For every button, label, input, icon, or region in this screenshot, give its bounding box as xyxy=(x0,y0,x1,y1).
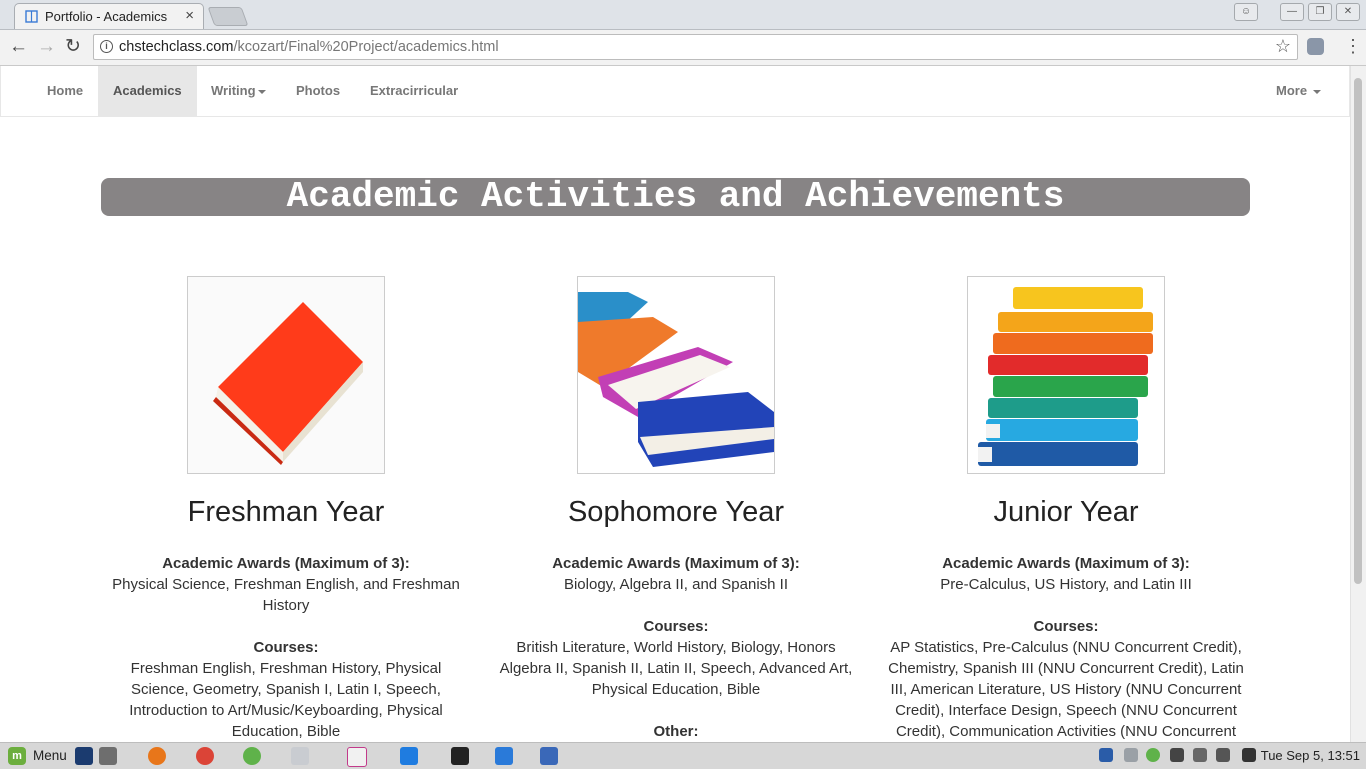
close-window-button[interactable]: ✕ xyxy=(1336,3,1360,21)
tab-title: Portfolio - Academics xyxy=(45,9,168,24)
site-navbar: Home Academics Writing Photos Extracirri… xyxy=(0,66,1350,117)
courses-label: Courses: xyxy=(643,618,709,635)
awards-text: Biology, Algebra II, and Spanish II xyxy=(563,576,789,593)
chrome-icon[interactable] xyxy=(196,747,214,765)
nav-academics[interactable]: Academics xyxy=(98,66,197,116)
nav-extracirricular[interactable]: Extracirricular xyxy=(355,66,473,116)
forward-arrow-icon[interactable]: → xyxy=(37,37,56,56)
page-viewport: Home Academics Writing Photos Extracirri… xyxy=(0,66,1366,742)
stack-of-books-image xyxy=(967,276,1165,474)
awards-label: Academic Awards (Maximum of 3): xyxy=(162,555,410,572)
url-text[interactable]: chstechclass.com/kcozart/Final%20Project… xyxy=(119,39,499,55)
book-favicon-icon xyxy=(25,10,38,23)
terminal-icon[interactable] xyxy=(451,747,469,765)
awards-text: Physical Science, Freshman English, and … xyxy=(112,576,460,614)
nav-academics-label: Academics xyxy=(113,83,182,98)
year-column-sophomore: Sophomore Year Academic Awards (Maximum … xyxy=(496,276,856,742)
other-label: Other: xyxy=(653,723,699,740)
reload-icon[interactable]: ↻ xyxy=(65,37,81,56)
awards-text: Pre-Calculus, US History, and Latin III xyxy=(940,576,1192,593)
courses-label: Courses: xyxy=(1033,618,1099,635)
url-domain: chstechclass.com xyxy=(119,39,234,55)
nav-extracirricular-label: Extracirricular xyxy=(370,83,459,98)
courses-text: British Literature, World History, Biolo… xyxy=(499,639,853,698)
year-column-freshman: Freshman Year Academic Awards (Maximum o… xyxy=(106,276,466,742)
courses-text: AP Statistics, Pre-Calculus (NNU Concurr… xyxy=(888,639,1244,740)
nav-home[interactable]: Home xyxy=(32,66,98,116)
nav-photos[interactable]: Photos xyxy=(281,66,355,116)
browser-toolbar: ← → ↻ i chstechclass.com/kcozart/Final%2… xyxy=(0,30,1366,66)
tab-close-icon[interactable]: × xyxy=(185,7,194,24)
url-path: /kcozart/Final%20Project/academics.html xyxy=(233,39,499,55)
clock[interactable]: Tue Sep 5, 13:51 xyxy=(1261,748,1360,763)
nav-more-label: More xyxy=(1276,83,1308,98)
dropbox-icon[interactable] xyxy=(400,747,418,765)
battery-icon[interactable] xyxy=(1242,748,1256,762)
mint-logo-icon[interactable]: m xyxy=(8,747,26,765)
printer-icon[interactable] xyxy=(1170,748,1184,762)
dropbox-tray-icon[interactable] xyxy=(1124,748,1138,762)
user-profile-icon[interactable]: ☺ xyxy=(1234,3,1258,21)
browser-menu-icon[interactable]: ⋮ xyxy=(1344,36,1362,57)
maximize-button[interactable]: ❐ xyxy=(1308,3,1332,21)
new-tab-button[interactable] xyxy=(207,7,249,26)
awards-label: Academic Awards (Maximum of 3): xyxy=(552,555,800,572)
nav-home-label: Home xyxy=(47,83,84,98)
browser-tabstrip: Portfolio - Academics × ☺ — ❐ ✕ xyxy=(0,0,1366,30)
courses-text: Freshman English, Freshman History, Phys… xyxy=(129,660,443,740)
chevron-down-icon xyxy=(257,89,266,94)
terminal-window-icon[interactable] xyxy=(99,747,117,765)
awards-label: Academic Awards (Maximum of 3): xyxy=(942,555,1190,572)
start-menu-button[interactable]: Menu xyxy=(33,748,67,763)
year-heading: Sophomore Year xyxy=(567,496,785,528)
extension-icon[interactable] xyxy=(1307,38,1324,55)
firefox-icon[interactable] xyxy=(148,747,166,765)
os-taskbar: m Menu Tue Sep 5, 13:51 xyxy=(0,742,1366,769)
window-controls: ☺ — ❐ ✕ xyxy=(1234,3,1360,21)
courses-label: Courses: xyxy=(253,639,319,656)
python-icon[interactable] xyxy=(540,747,558,765)
page-title: Academic Activities and Achievements xyxy=(101,178,1250,216)
nav-more[interactable]: More xyxy=(1261,66,1336,116)
minimize-button[interactable]: — xyxy=(1280,3,1304,21)
vscode-icon[interactable] xyxy=(495,747,513,765)
chevron-down-icon xyxy=(1312,89,1321,94)
nav-writing-label: Writing xyxy=(211,83,256,98)
page-scrollbar[interactable] xyxy=(1350,66,1366,742)
info-icon[interactable]: i xyxy=(100,40,113,53)
back-arrow-icon[interactable]: ← xyxy=(9,37,28,56)
nav-writing[interactable]: Writing xyxy=(196,66,281,116)
show-desktop-icon[interactable] xyxy=(75,747,93,765)
network-globe-icon[interactable] xyxy=(243,747,261,765)
shield-icon[interactable] xyxy=(1099,748,1113,762)
file-manager-icon[interactable] xyxy=(291,747,309,765)
scattered-books-image xyxy=(577,276,775,474)
network-signal-icon[interactable] xyxy=(1193,748,1207,762)
scrollbar-thumb[interactable] xyxy=(1354,78,1362,584)
red-book-image xyxy=(187,276,385,474)
year-column-junior: Junior Year Academic Awards (Maximum of … xyxy=(886,276,1246,742)
slack-icon[interactable] xyxy=(347,747,367,767)
volume-icon[interactable] xyxy=(1216,748,1230,762)
address-bar[interactable]: i chstechclass.com/kcozart/Final%20Proje… xyxy=(93,34,1298,60)
browser-tab[interactable]: Portfolio - Academics × xyxy=(14,3,204,29)
year-heading: Freshman Year xyxy=(187,496,385,528)
sync-icon[interactable] xyxy=(1146,748,1160,762)
nav-photos-label: Photos xyxy=(296,83,341,98)
bookmark-star-icon[interactable]: ☆ xyxy=(1275,36,1291,57)
year-heading: Junior Year xyxy=(993,496,1139,528)
